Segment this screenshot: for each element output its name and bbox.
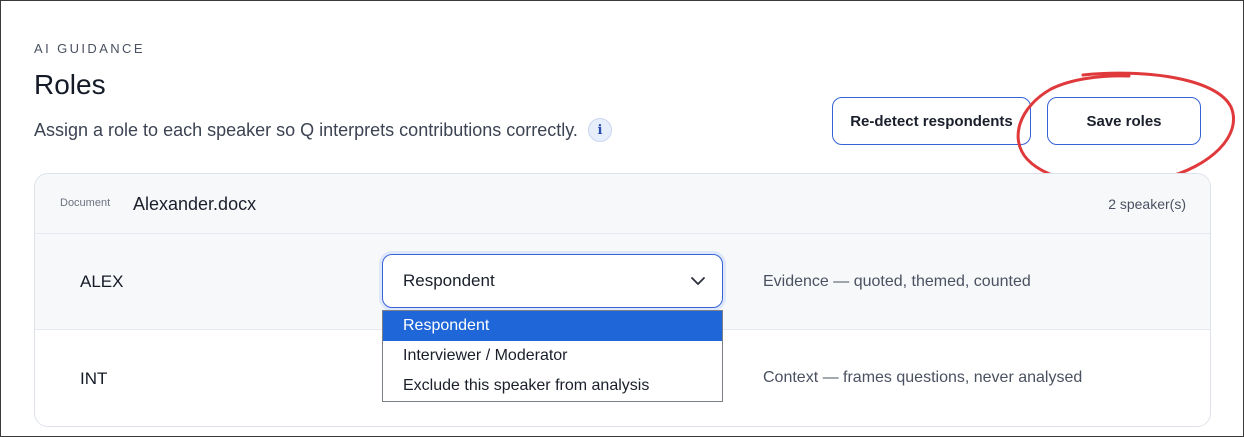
role-option-interviewer[interactable]: Interviewer / Moderator (383, 341, 722, 371)
app-frame: AI GUIDANCE Roles Assign a role to each … (0, 0, 1244, 437)
document-label: Document (60, 197, 111, 209)
role-description: Evidence — quoted, themed, counted (763, 273, 1031, 290)
section-eyebrow: AI GUIDANCE (34, 41, 145, 56)
document-header: Document Alexander.docx 2 speaker(s) (35, 174, 1210, 234)
redetect-respondents-button[interactable]: Re-detect respondents (832, 97, 1031, 145)
role-dropdown-menu: Respondent Interviewer / Moderator Exclu… (382, 310, 723, 402)
page-subtitle: Assign a role to each speaker so Q inter… (34, 118, 612, 142)
role-option-exclude[interactable]: Exclude this speaker from analysis (383, 371, 722, 401)
role-select-alex[interactable]: Respondent (382, 254, 723, 308)
role-select-value: Respondent (403, 271, 495, 290)
speaker-name: ALEX (80, 272, 124, 291)
speaker-count: 2 speaker(s) (1108, 196, 1186, 212)
role-option-respondent[interactable]: Respondent (383, 311, 722, 341)
chevron-down-icon (691, 277, 705, 285)
document-name: Alexander.docx (133, 194, 257, 214)
role-description: Context — frames questions, never analys… (763, 369, 1083, 386)
subtitle-text: Assign a role to each speaker so Q inter… (34, 119, 578, 140)
speaker-name: INT (80, 369, 108, 388)
info-icon[interactable]: i (587, 118, 612, 142)
save-roles-button[interactable]: Save roles (1047, 97, 1201, 145)
page-title: Roles (34, 69, 106, 100)
